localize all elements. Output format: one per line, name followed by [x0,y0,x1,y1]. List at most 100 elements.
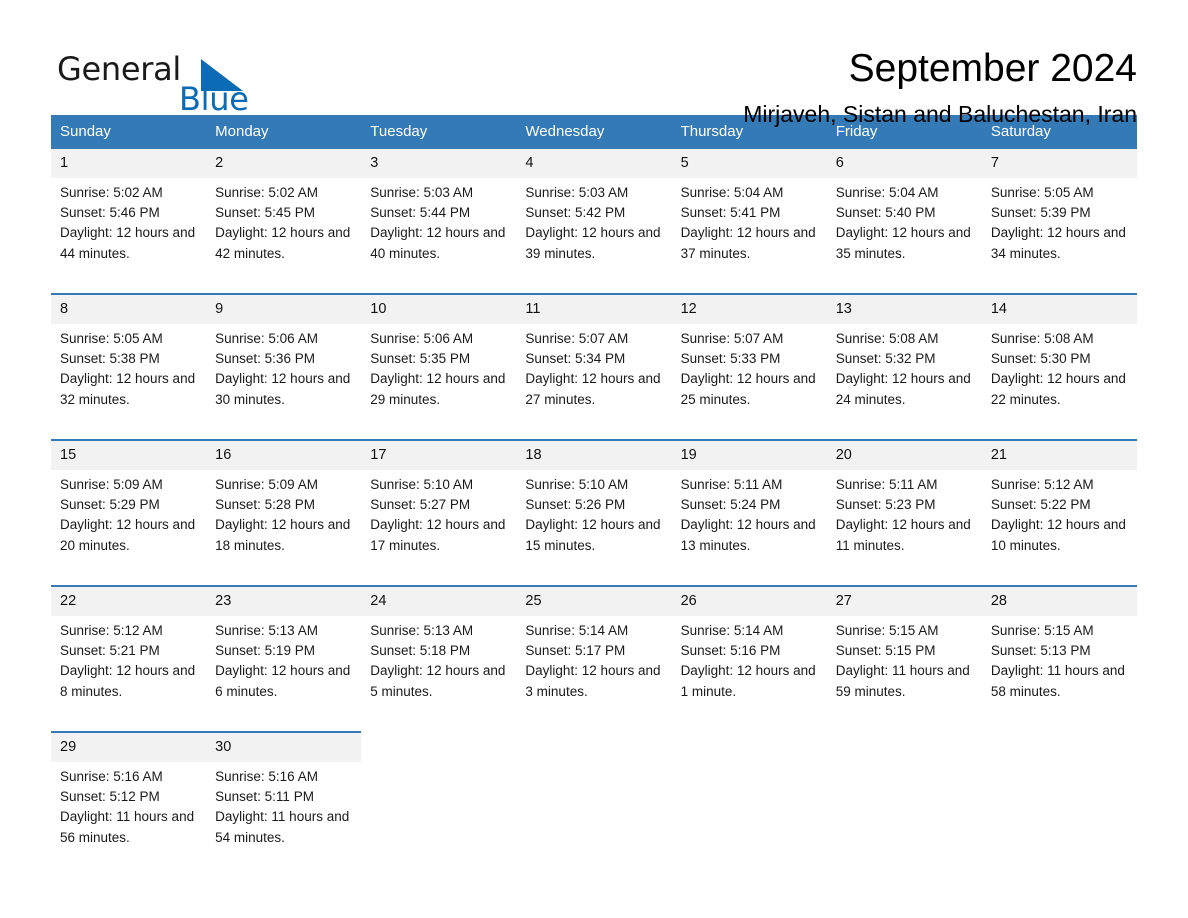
sunset-text: Sunset: 5:13 PM [990,643,1091,659]
calendar-week-details: Sunrise: 5:09 AM Sunset: 5:29 PM Daylight:… [51,470,1137,586]
day-details[interactable]: Sunrise: 5:09 AM Sunset: 5:29 PM Daylight:… [51,470,207,586]
day-details[interactable]: Sunrise: 5:08 AM Sunset: 5:32 PM Daylight:… [826,324,982,440]
sunrise-text: Sunrise: 5:12 AM [990,477,1094,492]
day-number[interactable]: 19 [671,439,827,470]
calendar-cell-empty [671,731,827,762]
day-number[interactable]: 9 [206,293,362,324]
daylight-text: Daylight: 12 hours and 29 minutes. [370,371,506,407]
day-details[interactable]: Sunrise: 5:06 AM Sunset: 5:36 PM Daylight:… [206,324,362,440]
sunset-text: Sunset: 5:32 PM [835,351,936,367]
day-number[interactable]: 17 [361,439,517,470]
day-number[interactable]: 4 [516,149,672,178]
day-details[interactable]: Sunrise: 5:04 AM Sunset: 5:41 PM Daylight:… [671,178,827,294]
daylight-text: Daylight: 12 hours and 1 minute. [680,663,816,699]
day-details[interactable]: Sunrise: 5:10 AM Sunset: 5:26 PM Daylight:… [516,470,672,586]
daylight-text: Daylight: 12 hours and 39 minutes. [525,225,661,261]
day-number[interactable]: 6 [826,149,982,178]
day-number[interactable]: 13 [826,293,982,324]
day-details[interactable]: Sunrise: 5:16 AM Sunset: 5:12 PM Daylight:… [51,762,207,869]
day-number[interactable]: 30 [206,731,362,762]
day-details[interactable]: Sunrise: 5:15 AM Sunset: 5:13 PM Daylight:… [981,616,1137,732]
sunrise-text: Sunrise: 5:09 AM [60,477,163,492]
day-number[interactable]: 3 [361,149,517,178]
day-number[interactable]: 10 [361,293,517,324]
sunrise-text: Sunrise: 5:04 AM [835,185,939,200]
calendar-week-details: Sunrise: 5:05 AM Sunset: 5:38 PM Daylight:… [51,324,1137,440]
day-number[interactable]: 29 [51,731,207,762]
day-details[interactable]: Sunrise: 5:06 AM Sunset: 5:35 PM Daylight:… [361,324,517,440]
day-number[interactable]: 23 [206,585,362,616]
sunrise-text: Sunrise: 5:06 AM [215,331,318,346]
day-number[interactable]: 2 [206,149,362,178]
sunset-text: Sunset: 5:34 PM [525,351,626,367]
day-number[interactable]: 20 [826,439,982,470]
day-details[interactable]: Sunrise: 5:12 AM Sunset: 5:22 PM Daylight:… [981,470,1137,586]
day-details[interactable]: Sunrise: 5:04 AM Sunset: 5:40 PM Daylight:… [826,178,982,294]
daylight-text: Daylight: 12 hours and 25 minutes. [680,371,816,407]
day-details[interactable]: Sunrise: 5:09 AM Sunset: 5:28 PM Daylight:… [206,470,362,586]
daylight-text: Daylight: 11 hours and 59 minutes. [835,663,970,699]
day-number[interactable]: 15 [51,439,207,470]
sunrise-text: Sunrise: 5:02 AM [215,185,318,200]
logo-text-general: General [57,50,182,88]
day-number[interactable]: 16 [206,439,362,470]
day-details[interactable]: Sunrise: 5:15 AM Sunset: 5:15 PM Daylight:… [826,616,982,732]
daylight-text: Daylight: 11 hours and 54 minutes. [215,809,350,845]
day-details[interactable]: Sunrise: 5:14 AM Sunset: 5:16 PM Daylight:… [671,616,827,732]
day-number[interactable]: 21 [981,439,1137,470]
day-details[interactable]: Sunrise: 5:05 AM Sunset: 5:39 PM Daylight:… [981,178,1137,294]
day-details[interactable]: Sunrise: 5:13 AM Sunset: 5:18 PM Daylight:… [361,616,517,732]
sunset-text: Sunset: 5:33 PM [680,351,781,367]
day-number[interactable]: 27 [826,585,982,616]
day-number[interactable]: 26 [671,585,827,616]
calendar-week-daynumbers: 15 16 17 18 19 20 21 [51,439,1137,470]
calendar-cell-empty [981,731,1137,762]
day-details[interactable]: Sunrise: 5:11 AM Sunset: 5:24 PM Daylight:… [671,470,827,586]
day-details[interactable]: Sunrise: 5:07 AM Sunset: 5:33 PM Daylight:… [671,324,827,440]
general-blue-logo[interactable]: General Blue [51,43,311,123]
day-number[interactable]: 22 [51,585,207,616]
day-number[interactable]: 11 [516,293,672,324]
calendar-week-daynumbers: 8 9 10 11 12 13 14 [51,293,1137,324]
day-details[interactable]: Sunrise: 5:08 AM Sunset: 5:30 PM Daylight:… [981,324,1137,440]
day-details[interactable]: Sunrise: 5:03 AM Sunset: 5:42 PM Daylight:… [516,178,672,294]
calendar-week-daynumbers: 29 30 [51,731,1137,762]
day-number[interactable]: 12 [671,293,827,324]
sunset-text: Sunset: 5:21 PM [60,643,160,659]
day-number[interactable]: 14 [981,293,1137,324]
day-details[interactable]: Sunrise: 5:12 AM Sunset: 5:21 PM Daylight:… [51,616,207,732]
sunset-text: Sunset: 5:26 PM [525,497,626,513]
day-number[interactable]: 28 [981,585,1137,616]
day-number[interactable]: 24 [361,585,517,616]
day-details[interactable]: Sunrise: 5:13 AM Sunset: 5:19 PM Daylight:… [206,616,362,732]
day-details[interactable]: Sunrise: 5:07 AM Sunset: 5:34 PM Daylight:… [516,324,672,440]
day-details[interactable]: Sunrise: 5:11 AM Sunset: 5:23 PM Daylight:… [826,470,982,586]
day-number[interactable]: 8 [51,293,207,324]
day-number[interactable]: 5 [671,149,827,178]
day-details[interactable]: Sunrise: 5:14 AM Sunset: 5:17 PM Daylight:… [516,616,672,732]
daylight-text: Daylight: 12 hours and 20 minutes. [60,517,196,553]
sunset-text: Sunset: 5:23 PM [835,497,936,513]
sunset-text: Sunset: 5:35 PM [370,351,471,367]
sunset-text: Sunset: 5:46 PM [60,205,160,221]
day-details[interactable]: Sunrise: 5:10 AM Sunset: 5:27 PM Daylight:… [361,470,517,586]
day-number[interactable]: 7 [981,149,1137,178]
day-number[interactable]: 1 [51,149,207,178]
sunset-text: Sunset: 5:41 PM [680,205,781,221]
day-number[interactable]: 18 [516,439,672,470]
day-details[interactable]: Sunrise: 5:03 AM Sunset: 5:44 PM Daylight:… [361,178,517,294]
sunset-text: Sunset: 5:40 PM [835,205,936,221]
day-details[interactable]: Sunrise: 5:05 AM Sunset: 5:38 PM Daylight:… [51,324,207,440]
sunrise-text: Sunrise: 5:11 AM [835,477,938,492]
daylight-text: Daylight: 11 hours and 58 minutes. [990,663,1125,699]
daylight-text: Daylight: 12 hours and 5 minutes. [370,663,506,699]
daylight-text: Daylight: 12 hours and 44 minutes. [60,225,196,261]
day-details[interactable]: Sunrise: 5:02 AM Sunset: 5:46 PM Daylight:… [51,178,207,294]
day-details[interactable]: Sunrise: 5:16 AM Sunset: 5:11 PM Daylight:… [206,762,362,869]
day-details[interactable]: Sunrise: 5:02 AM Sunset: 5:45 PM Daylight:… [206,178,362,294]
sunrise-text: Sunrise: 5:10 AM [525,477,629,492]
day-number[interactable]: 25 [516,585,672,616]
daylight-text: Daylight: 12 hours and 40 minutes. [370,225,506,261]
daylight-text: Daylight: 12 hours and 30 minutes. [215,371,351,407]
calendar-week-details: Sunrise: 5:16 AM Sunset: 5:12 PM Daylight:… [51,762,1137,869]
